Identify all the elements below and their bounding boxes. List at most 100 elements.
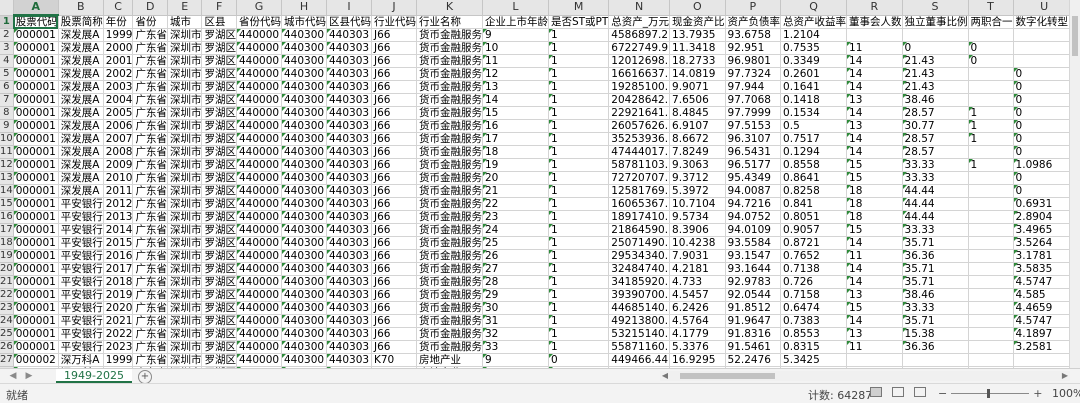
grid-cell[interactable]: 深圳市 xyxy=(167,197,203,211)
grid-cell[interactable]: 1 xyxy=(548,223,610,237)
grid-cell[interactable]: 18 xyxy=(846,184,903,198)
grid-cell[interactable]: 97.944 xyxy=(725,80,782,94)
grid-cell[interactable]: 19 xyxy=(482,158,549,172)
grid-cell[interactable]: 14.0819 xyxy=(669,67,726,81)
grid-cell[interactable]: 13.7935 xyxy=(669,28,726,42)
grid-cell[interactable]: 9 xyxy=(482,353,549,367)
grid-cell[interactable]: 2013 xyxy=(103,210,134,224)
column-header[interactable]: T xyxy=(968,0,1014,16)
grid-cell[interactable]: 18917410. xyxy=(608,210,671,224)
grid-cell[interactable]: 4.1779 xyxy=(669,327,726,341)
row-header[interactable]: 14 xyxy=(0,184,14,198)
grid-cell[interactable]: 35.71 xyxy=(902,236,969,250)
grid-cell[interactable]: J66 xyxy=(371,340,417,354)
column-header[interactable]: D xyxy=(132,0,168,16)
grid-cell[interactable]: 440303 xyxy=(326,249,372,263)
grid-cell[interactable]: 5.3425 xyxy=(780,353,848,367)
grid-cell[interactable] xyxy=(1013,41,1076,55)
grid-cell[interactable]: J66 xyxy=(371,67,417,81)
grid-cell[interactable]: 16.9295 xyxy=(669,353,726,367)
grid-cell[interactable]: 货币金融服务 xyxy=(416,275,483,289)
grid-cell[interactable]: 1 xyxy=(548,184,610,198)
row-header[interactable]: 8 xyxy=(0,106,14,120)
grid-cell[interactable]: 1 xyxy=(548,340,610,354)
grid-cell[interactable]: 440000 xyxy=(236,353,282,367)
grid-cell[interactable] xyxy=(968,275,1014,289)
grid-cell[interactable]: 1 xyxy=(548,288,610,302)
grid-cell[interactable]: 38.46 xyxy=(902,288,969,302)
grid-cell[interactable]: 1 xyxy=(548,197,610,211)
grid-cell[interactable]: 罗湖区 xyxy=(201,340,237,354)
grid-cell[interactable]: 深圳市 xyxy=(167,106,203,120)
grid-cell[interactable]: 440303 xyxy=(326,145,372,159)
grid-cell[interactable]: 2011 xyxy=(103,184,134,198)
grid-cell[interactable]: 24 xyxy=(482,223,549,237)
grid-cell[interactable]: 深圳市 xyxy=(167,184,203,198)
grid-cell[interactable]: 0.1641 xyxy=(780,80,848,94)
grid-cell[interactable]: 1 xyxy=(548,327,610,341)
column-header[interactable]: P xyxy=(725,0,782,16)
grid-cell[interactable]: J66 xyxy=(371,171,417,185)
grid-cell[interactable]: 0 xyxy=(1013,132,1076,146)
grid-cell[interactable]: 12581769. xyxy=(608,184,671,198)
grid-cell[interactable]: J66 xyxy=(371,80,417,94)
row-header[interactable]: 9 xyxy=(0,119,14,133)
grid-cell[interactable]: 000001 xyxy=(13,145,59,159)
grid-cell[interactable]: 平安银行 xyxy=(58,275,104,289)
grid-cell[interactable]: 13 xyxy=(846,93,903,107)
vertical-scroll-thumb[interactable] xyxy=(1072,16,1078,56)
grid-cell[interactable]: 平安银行 xyxy=(58,262,104,276)
row-header[interactable]: 5 xyxy=(0,67,14,81)
grid-cell[interactable]: 47444017. xyxy=(608,145,671,159)
grid-cell[interactable]: 35.71 xyxy=(902,275,969,289)
grid-cell[interactable]: 14 xyxy=(846,262,903,276)
grid-cell[interactable]: 深圳市 xyxy=(167,223,203,237)
grid-cell[interactable]: 25071490. xyxy=(608,236,671,250)
grid-cell[interactable]: 深发展A xyxy=(58,184,104,198)
grid-cell[interactable] xyxy=(902,28,969,42)
grid-cell[interactable]: 440000 xyxy=(236,288,282,302)
grid-cell[interactable]: 19285100. xyxy=(608,80,671,94)
grid-cell[interactable]: 440300 xyxy=(281,249,327,263)
grid-cell[interactable]: 440303 xyxy=(326,197,372,211)
grid-cell[interactable]: 4.585 xyxy=(1013,288,1076,302)
grid-cell[interactable]: 0 xyxy=(548,353,610,367)
grid-cell[interactable]: J66 xyxy=(371,41,417,55)
row-header[interactable]: 24 xyxy=(0,314,14,328)
grid-cell[interactable]: 2014 xyxy=(103,223,134,237)
grid-cell[interactable]: 440303 xyxy=(326,158,372,172)
grid-cell[interactable] xyxy=(968,353,1014,367)
grid-cell[interactable]: 广东省 xyxy=(132,41,168,55)
grid-cell[interactable]: 91.8512 xyxy=(725,301,782,315)
grid-cell[interactable]: 33.33 xyxy=(902,301,969,315)
grid-cell[interactable]: 1 xyxy=(548,80,610,94)
grid-cell[interactable]: 14 xyxy=(846,80,903,94)
grid-cell[interactable] xyxy=(968,249,1014,263)
grid-cell[interactable]: 货币金融服务 xyxy=(416,340,483,354)
grid-cell[interactable]: 1 xyxy=(548,93,610,107)
grid-cell[interactable]: 深发展A xyxy=(58,171,104,185)
grid-cell[interactable]: J66 xyxy=(371,327,417,341)
grid-cell[interactable]: 96.5431 xyxy=(725,145,782,159)
grid-cell[interactable]: 6722749.9 xyxy=(608,41,671,55)
grid-cell[interactable]: 000001 xyxy=(13,132,59,146)
grid-cell[interactable] xyxy=(968,80,1014,94)
grid-cell[interactable]: 货币金融服务 xyxy=(416,197,483,211)
grid-cell[interactable]: 440000 xyxy=(236,54,282,68)
grid-cell[interactable]: 0.6931 xyxy=(1013,197,1076,211)
grid-cell[interactable]: 4586897.2 xyxy=(608,28,671,42)
grid-cell[interactable]: 2000 xyxy=(103,41,134,55)
grid-cell[interactable]: 广东省 xyxy=(132,340,168,354)
grid-cell[interactable]: 深圳市 xyxy=(167,262,203,276)
grid-cell[interactable]: J66 xyxy=(371,158,417,172)
grid-cell[interactable]: 49213800. xyxy=(608,314,671,328)
grid-cell[interactable]: 深发展A xyxy=(58,158,104,172)
page-break-view-icon[interactable] xyxy=(914,387,926,397)
grid-cell[interactable]: 14 xyxy=(482,93,549,107)
grid-cell[interactable] xyxy=(968,210,1014,224)
grid-cell[interactable]: 440000 xyxy=(236,210,282,224)
grid-cell[interactable]: 440300 xyxy=(281,41,327,55)
grid-cell[interactable]: 资产负债率 xyxy=(725,15,782,29)
grid-cell[interactable]: 4.5747 xyxy=(1013,275,1076,289)
grid-cell[interactable]: 货币金融服务 xyxy=(416,67,483,81)
